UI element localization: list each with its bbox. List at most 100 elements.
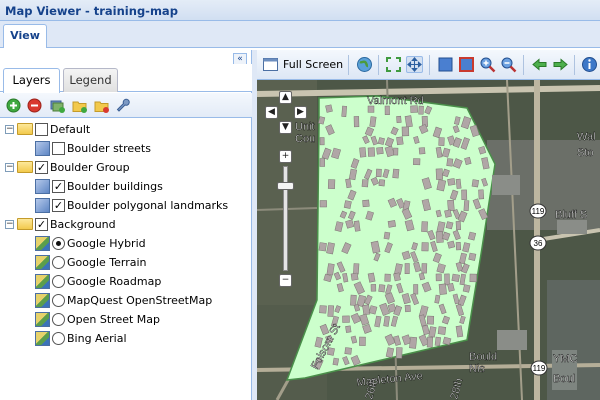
tree-node-boulder-polygonal-landmarks[interactable]: ✓ Boulder polygonal landmarks <box>0 196 252 215</box>
building-footprint <box>378 179 386 187</box>
building-footprint <box>369 116 377 128</box>
add-layers-icon[interactable] <box>50 98 65 113</box>
toolbar-separator <box>348 55 349 75</box>
map-canvas[interactable]: Valmont Rd Unit Cou Wal Sto Bluff S Fols… <box>257 80 600 400</box>
building-footprint <box>447 178 456 186</box>
tree-node-default[interactable]: − Default <box>0 120 252 139</box>
base-layer-radio[interactable] <box>52 294 65 307</box>
zoom-full-icon[interactable] <box>458 56 475 73</box>
building-footprint <box>435 273 442 282</box>
base-layer-icon <box>35 255 50 270</box>
base-layer-radio[interactable] <box>52 256 65 269</box>
tree-node-google-hybrid[interactable]: Google Hybrid <box>0 234 252 253</box>
tree-node-open-street-map[interactable]: Open Street Map <box>0 310 252 329</box>
building-footprint <box>384 273 391 282</box>
building-footprint <box>318 242 327 252</box>
building-footprint <box>359 336 366 346</box>
layer-checkbox[interactable]: ✓ <box>52 199 65 212</box>
building-footprint <box>434 336 441 347</box>
add-icon[interactable] <box>6 98 21 113</box>
tab-view[interactable]: View <box>3 24 47 48</box>
layer-checkbox[interactable]: ✓ <box>35 218 48 231</box>
zoom-extent-icon[interactable] <box>385 56 402 73</box>
tab-layers[interactable]: Layers <box>3 68 60 93</box>
vector-layer-icon <box>35 198 50 213</box>
building-footprint <box>362 304 371 316</box>
zoom-out-button[interactable]: − <box>279 274 292 287</box>
tree-node-google-terrain[interactable]: Google Terrain <box>0 253 252 272</box>
properties-wrench-icon[interactable] <box>116 98 131 113</box>
building-footprint <box>404 263 410 275</box>
layer-checkbox[interactable]: ✓ <box>35 161 48 174</box>
map-label: Bould <box>469 351 497 363</box>
tab-legend[interactable]: Legend <box>63 68 118 92</box>
pan-up-button[interactable]: ▲ <box>279 91 292 104</box>
building-footprint <box>437 326 447 335</box>
building-footprint <box>478 189 485 200</box>
zoom-slider-thumb[interactable] <box>277 182 294 190</box>
info-icon[interactable] <box>581 56 598 73</box>
collapse-toggle-icon[interactable]: − <box>5 125 14 134</box>
pan-right-button[interactable]: ▶ <box>294 106 307 119</box>
building-footprint <box>421 242 429 252</box>
folder-icon <box>17 218 33 230</box>
pan-left-button[interactable]: ◀ <box>265 106 278 119</box>
base-layer-icon <box>35 331 50 346</box>
tree-node-label: Boulder Group <box>50 161 130 174</box>
zoom-box-icon[interactable] <box>437 56 454 73</box>
map-label: Unit <box>295 121 315 133</box>
pan-button[interactable] <box>406 56 423 73</box>
tree-node-bing-aerial[interactable]: Bing Aerial <box>0 329 252 348</box>
tree-node-label: Google Hybrid <box>67 237 146 250</box>
toolbar-separator <box>574 55 575 75</box>
forward-arrow-icon[interactable] <box>552 56 569 73</box>
map-label: Cou <box>295 133 315 145</box>
base-layer-icon <box>35 236 50 251</box>
tree-node-boulder-buildings[interactable]: ✓ Boulder buildings <box>0 177 252 196</box>
collapse-toggle-icon[interactable]: − <box>5 220 14 229</box>
zoom-in-icon[interactable] <box>479 56 496 73</box>
full-screen-button[interactable]: Full Screen <box>283 58 343 71</box>
building-footprint <box>413 158 421 166</box>
tree-node-label: MapQuest OpenStreetMap <box>67 294 213 307</box>
tree-node-background[interactable]: − ✓ Background <box>0 215 252 234</box>
zoom-out-icon[interactable] <box>500 56 517 73</box>
building-footprint <box>447 240 456 249</box>
tree-node-boulder-group[interactable]: − ✓ Boulder Group <box>0 158 252 177</box>
pan-down-button[interactable]: ▼ <box>279 121 292 134</box>
folder-icon <box>17 123 33 135</box>
base-layer-radio[interactable] <box>52 237 65 250</box>
base-layer-radio[interactable] <box>52 332 65 345</box>
tree-node-label: Boulder polygonal landmarks <box>67 199 229 212</box>
building-footprint <box>343 200 352 209</box>
layer-checkbox[interactable]: ✓ <box>52 180 65 193</box>
add-group-icon[interactable] <box>72 98 87 113</box>
building-footprint <box>361 179 369 188</box>
building-footprint <box>404 304 411 313</box>
toolbar-separator <box>523 55 524 75</box>
building-footprint <box>396 136 404 146</box>
tree-node-label: Background <box>50 218 116 231</box>
collapse-toggle-icon[interactable]: − <box>5 163 14 172</box>
building-footprint <box>350 294 357 306</box>
zoom-in-button[interactable]: + <box>279 150 292 163</box>
globe-icon[interactable] <box>356 56 373 73</box>
building-footprint <box>362 199 370 208</box>
building-footprint <box>375 168 382 178</box>
remove-icon[interactable] <box>27 98 42 113</box>
layer-checkbox[interactable] <box>35 123 48 136</box>
remove-group-icon[interactable] <box>94 98 109 113</box>
building-footprint <box>468 252 477 261</box>
building-footprint <box>444 209 452 218</box>
building-footprint <box>462 284 471 293</box>
back-arrow-icon[interactable] <box>531 56 548 73</box>
layer-checkbox[interactable] <box>52 142 65 155</box>
full-screen-icon[interactable] <box>262 56 279 73</box>
layers-panel: « Layers Legend − Default Boulder street… <box>0 50 252 400</box>
base-layer-radio[interactable] <box>52 313 65 326</box>
base-layer-radio[interactable] <box>52 275 65 288</box>
building-footprint <box>455 178 462 189</box>
tree-node-mapquest-openstreetmap[interactable]: MapQuest OpenStreetMap <box>0 291 252 310</box>
tree-node-boulder-streets[interactable]: Boulder streets <box>0 139 252 158</box>
tree-node-google-roadmap[interactable]: Google Roadmap <box>0 272 252 291</box>
